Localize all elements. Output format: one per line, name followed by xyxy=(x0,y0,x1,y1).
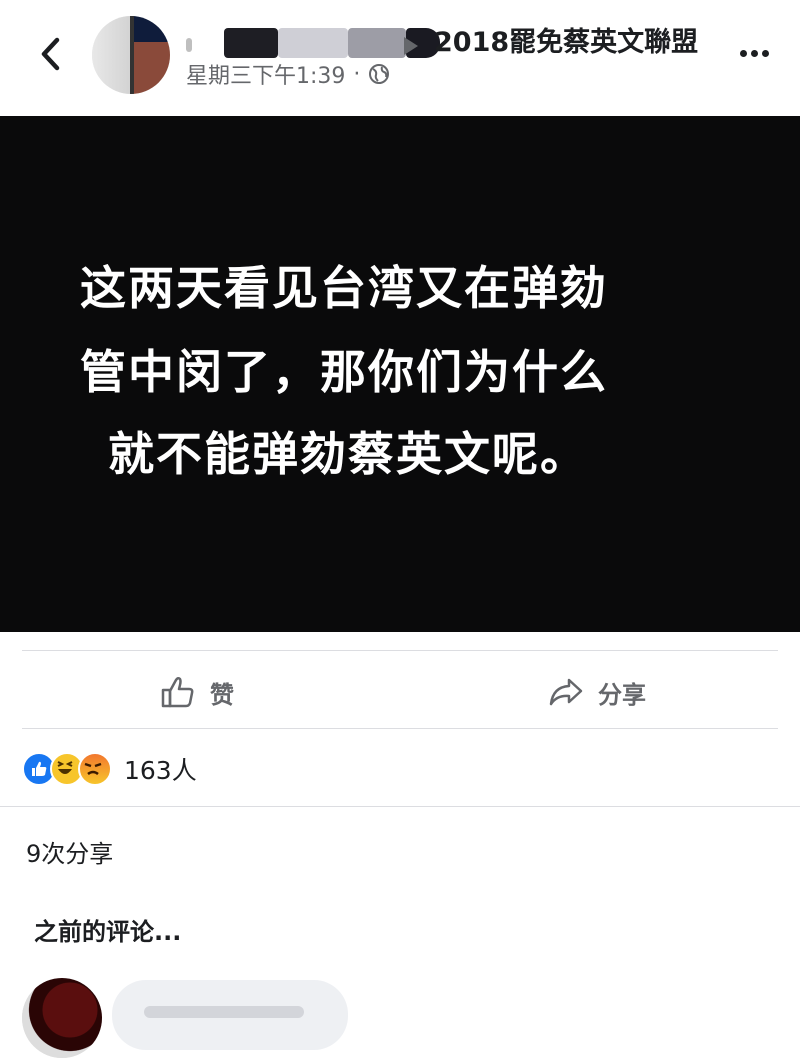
meta-separator: · xyxy=(353,61,361,87)
back-button[interactable] xyxy=(30,32,70,76)
thumbs-up-icon xyxy=(161,676,194,708)
share-button[interactable]: 分享 xyxy=(548,668,646,716)
share-count[interactable]: 9次分享 xyxy=(26,834,113,869)
more-options-button[interactable] xyxy=(734,38,774,68)
redacted-name xyxy=(224,28,278,58)
post-header: 2018罷免蔡英文聯盟 星期三下午1:39 · xyxy=(0,0,800,116)
share-arrow-icon xyxy=(549,678,583,706)
divider xyxy=(22,728,778,729)
post-meta: 星期三下午1:39 · xyxy=(186,58,390,90)
post-text-line-2: 管中闵了，那你们为什么 xyxy=(80,345,608,399)
comment-bubble[interactable] xyxy=(112,980,348,1050)
commenter-avatar[interactable] xyxy=(22,978,102,1058)
post-text-line-1: 这两天看见台湾又在弹劾 xyxy=(80,261,608,315)
like-label: 赞 xyxy=(210,680,234,709)
share-label: 分享 xyxy=(598,680,646,709)
redacted-name xyxy=(186,38,192,52)
author-avatar[interactable] xyxy=(92,16,170,94)
globe-icon xyxy=(369,64,390,84)
redacted-name xyxy=(278,28,348,58)
post-text-line-3: 就不能弹劾蔡英文呢。 xyxy=(108,427,588,481)
view-previous-comments[interactable]: 之前的评论... xyxy=(34,912,181,947)
page-name-link[interactable]: 2018罷免蔡英文聯盟 xyxy=(434,20,698,59)
reactions-summary[interactable]: 163人 xyxy=(22,752,197,786)
divider xyxy=(22,650,778,651)
shared-to-arrow-icon xyxy=(404,37,418,55)
post-timestamp[interactable]: 星期三下午1:39 xyxy=(186,58,345,90)
redacted-name xyxy=(348,28,406,58)
angry-reaction-icon xyxy=(78,752,112,786)
reaction-count: 163人 xyxy=(124,756,197,785)
more-horizontal-icon xyxy=(739,49,747,57)
author-name-row: 2018罷免蔡英文聯盟 xyxy=(186,14,726,58)
redacted-comment-author xyxy=(144,1006,304,1018)
divider xyxy=(0,806,800,807)
like-button[interactable]: 赞 xyxy=(160,668,234,716)
chevron-left-icon xyxy=(41,37,60,71)
